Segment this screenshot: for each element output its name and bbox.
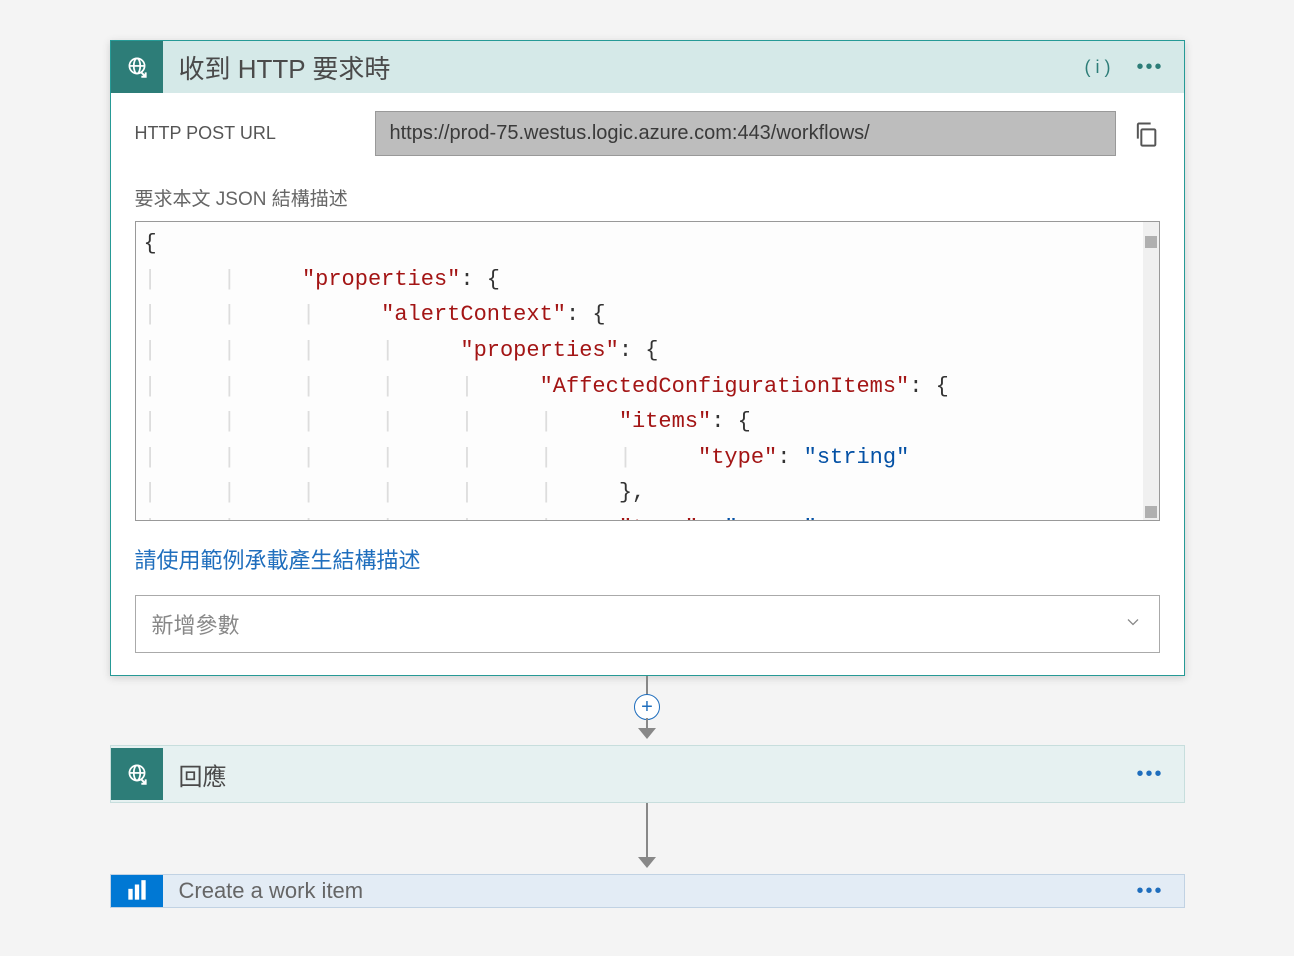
url-readonly-input[interactable]: https://prod-75.westus.logic.azure.com:4… <box>375 111 1116 156</box>
editor-scrollbar[interactable] <box>1143 222 1159 520</box>
use-sample-payload-link[interactable]: 請使用範例承載產生結構描述 <box>135 543 421 575</box>
workitem-card[interactable]: Create a work item ••• <box>110 874 1185 908</box>
json-schema-editor[interactable]: { | | "properties": { | | | "alertContex… <box>135 221 1160 521</box>
scrollbar-thumb-top[interactable] <box>1145 236 1157 248</box>
url-label: HTTP POST URL <box>135 123 375 144</box>
info-button[interactable]: ( i ) <box>1074 53 1120 82</box>
trigger-header[interactable]: 收到 HTTP 要求時 ( i ) ••• <box>111 41 1184 93</box>
trigger-card: 收到 HTTP 要求時 ( i ) ••• HTTP POST URL http… <box>110 40 1185 676</box>
http-response-icon <box>111 748 163 800</box>
response-card[interactable]: 回應 ••• <box>110 745 1185 803</box>
devops-icon <box>111 874 163 908</box>
workitem-more-button[interactable]: ••• <box>1128 876 1171 907</box>
more-menu-button[interactable]: ••• <box>1128 52 1171 83</box>
arrow-down-icon <box>638 727 656 745</box>
response-title: 回應 <box>179 757 1129 792</box>
http-trigger-icon <box>111 41 163 93</box>
workitem-title: Create a work item <box>179 878 1129 904</box>
response-more-button[interactable]: ••• <box>1128 759 1171 790</box>
connector-line <box>646 803 648 859</box>
trigger-title: 收到 HTTP 要求時 <box>179 49 1075 86</box>
connector-line <box>646 676 648 696</box>
trigger-content: HTTP POST URL https://prod-75.westus.log… <box>111 93 1184 675</box>
add-parameter-dropdown[interactable]: 新增參數 <box>135 595 1160 653</box>
chevron-down-icon <box>1123 612 1143 637</box>
url-field-row: HTTP POST URL https://prod-75.westus.log… <box>135 111 1160 156</box>
add-step-button[interactable]: + <box>634 694 660 720</box>
connector-1: + <box>110 676 1185 745</box>
schema-label: 要求本文 JSON 結構描述 <box>135 184 1160 211</box>
scrollbar-thumb-bottom[interactable] <box>1145 506 1157 518</box>
arrow-down-icon <box>638 856 656 874</box>
add-parameter-label: 新增參數 <box>152 608 1123 640</box>
connector-2 <box>110 803 1185 874</box>
copy-url-button[interactable] <box>1132 120 1160 148</box>
